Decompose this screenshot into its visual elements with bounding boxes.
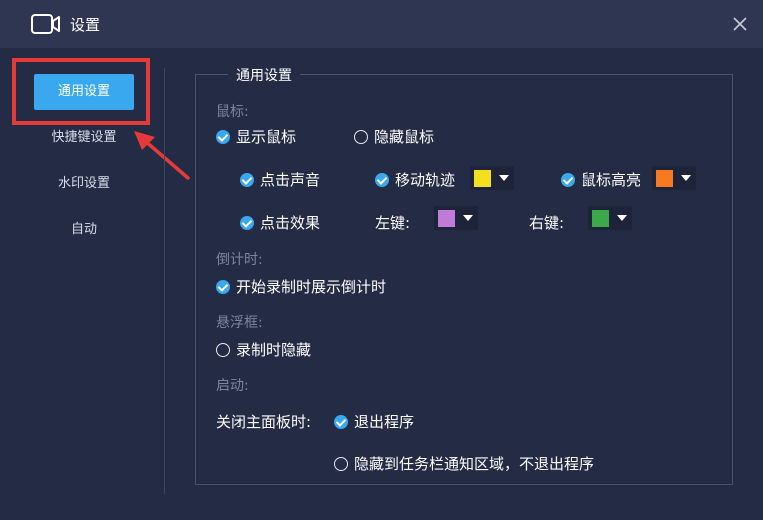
checked-icon [216, 279, 230, 294]
checked-icon [240, 215, 254, 230]
radio-unchecked-icon [216, 342, 230, 357]
checked-icon [240, 172, 254, 187]
annotation-highlight-box [12, 58, 150, 125]
checked-icon [216, 129, 230, 144]
trail-color-swatch [474, 169, 491, 187]
show-countdown-option[interactable]: 开始录制时展示倒计时 [216, 276, 386, 297]
right-key-color-swatch [592, 209, 609, 227]
chevron-down-icon [617, 215, 627, 221]
sidebar-item-auto[interactable]: 自动 [34, 212, 134, 248]
checked-icon [375, 172, 389, 187]
exit-program-option[interactable]: 退出程序 [334, 411, 414, 432]
close-icon[interactable] [728, 12, 752, 36]
startup-section-label: 启动: [216, 378, 249, 394]
checked-icon [561, 172, 575, 187]
group-title: 通用设置 [228, 65, 300, 85]
show-mouse-option[interactable]: 显示鼠标 [216, 126, 296, 147]
radio-unchecked-icon [334, 456, 348, 471]
chevron-down-icon [463, 215, 473, 221]
hide-mouse-option[interactable]: 隐藏鼠标 [354, 126, 434, 147]
highlight-color-swatch [656, 169, 673, 187]
video-camera-icon [31, 14, 60, 34]
hide-to-tray-option[interactable]: 隐藏到任务栏通知区域，不退出程序 [334, 453, 594, 474]
window-title: 设置 [70, 16, 101, 34]
trail-color-picker[interactable] [470, 166, 514, 190]
left-key-color-picker[interactable] [434, 206, 478, 230]
mouse-section-label: 鼠标: [216, 104, 249, 120]
annotation-arrow-icon [134, 131, 190, 180]
right-key-label: 右键: [529, 214, 565, 232]
sidebar-item-watermark[interactable]: 水印设置 [34, 166, 134, 202]
checked-icon [334, 414, 348, 429]
hide-when-recording-option[interactable]: 录制时隐藏 [216, 339, 311, 360]
title-bar: 设置 [0, 0, 763, 48]
highlight-color-picker[interactable] [652, 166, 696, 190]
left-key-label: 左键: [375, 214, 411, 232]
click-sound-option[interactable]: 点击声音 [240, 169, 320, 190]
sidebar-divider [164, 68, 165, 494]
float-box-section-label: 悬浮框: [216, 315, 263, 331]
sidebar-item-hotkeys[interactable]: 快捷键设置 [34, 120, 134, 156]
countdown-section-label: 倒计时: [216, 252, 263, 268]
close-panel-label: 关闭主面板时: [216, 413, 312, 431]
mouse-highlight-option[interactable]: 鼠标高亮 [561, 169, 641, 190]
move-trail-option[interactable]: 移动轨迹 [375, 169, 455, 190]
right-key-color-picker[interactable] [588, 206, 632, 230]
left-key-color-swatch [438, 209, 455, 227]
radio-unchecked-icon [354, 129, 368, 144]
chevron-down-icon [681, 175, 691, 181]
click-effect-option[interactable]: 点击效果 [240, 212, 320, 233]
chevron-down-icon [499, 175, 509, 181]
